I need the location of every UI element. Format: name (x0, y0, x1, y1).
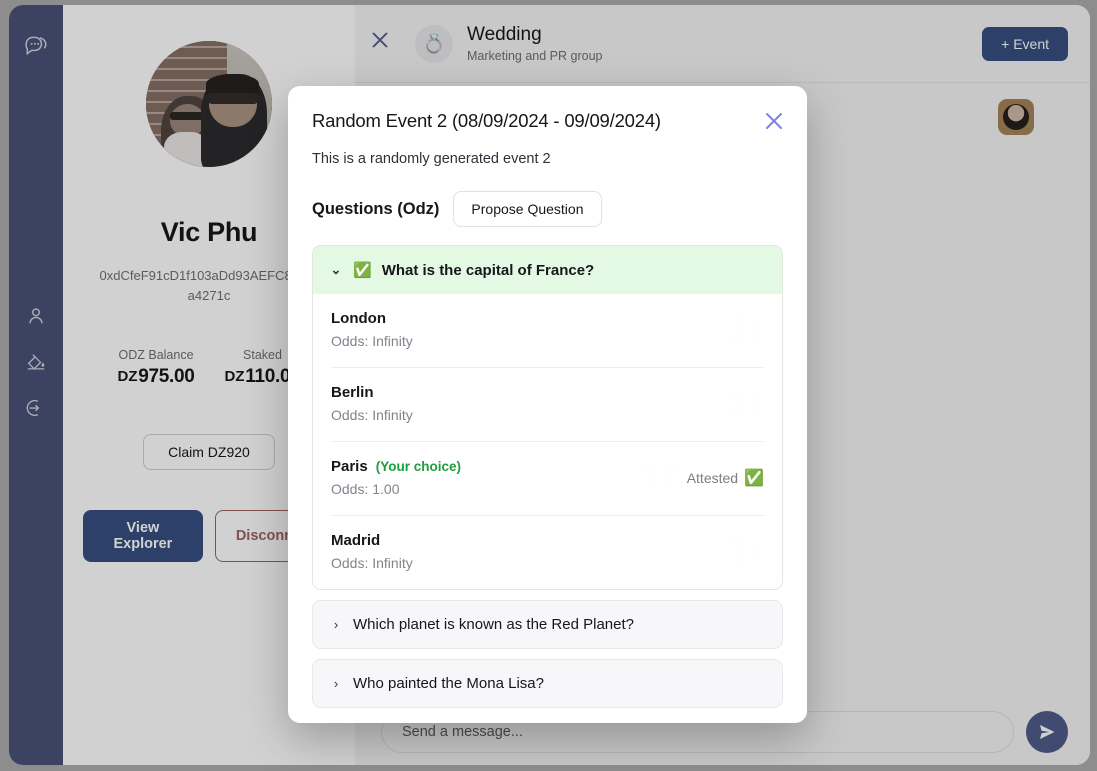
logout-icon[interactable] (17, 389, 55, 427)
option-title: Paris (Your choice) (331, 458, 644, 475)
option-action-secondary-button[interactable]: | (665, 464, 677, 491)
option-main: Madrid Odds: Infinity (331, 532, 731, 571)
message-avatar (998, 99, 1034, 135)
chevron-down-icon: ⌄ (330, 262, 342, 277)
question-card: ⌄ ✅ What is the capital of France? London Od… (312, 245, 783, 590)
nav-bottom-group (17, 297, 55, 765)
option-action-primary-button[interactable]: | (643, 464, 656, 491)
option-odds: Odds: Infinity (331, 333, 413, 349)
option-row: London Odds: Infinity | | (331, 294, 764, 368)
chevron-right-icon: › (333, 676, 339, 691)
option-odds: Odds: Infinity (331, 555, 413, 571)
balance-row: ODZ Balance Ǳ975.00 Staked Ǳ110.00 (118, 348, 301, 388)
option-list: London Odds: Infinity | | Berlin Odds: Infini… (313, 294, 782, 589)
questions-label: Questions (Odz) (312, 199, 440, 218)
option-title: Berlin (331, 384, 731, 401)
option-row: Berlin Odds: Infinity | | (331, 368, 764, 442)
questions-list: ⌄ ✅ What is the capital of France? London Od… (312, 245, 783, 708)
option-action-primary-button[interactable]: | (731, 538, 743, 565)
question-header[interactable]: › Which planet is known as the Red Planet… (313, 601, 782, 648)
option-action-secondary-button[interactable]: | (752, 538, 764, 565)
option-action-primary-button[interactable]: | (731, 316, 743, 343)
chevron-right-icon: › (333, 617, 339, 632)
ring-icon: 💍 (415, 24, 453, 63)
view-explorer-button[interactable]: View Explorer (83, 510, 203, 563)
option-name: London (331, 310, 386, 327)
group-title: Wedding (467, 24, 542, 45)
your-choice-badge: (Your choice) (375, 459, 461, 474)
option-row: Paris (Your choice) Odds: 1.00 | | Attested ✅ (331, 442, 764, 516)
app-root: Vic Phu 0xdCfeF91cD1f103aDd93AEFC840fBa4… (0, 0, 1097, 771)
option-action-secondary-button[interactable]: | (752, 390, 764, 417)
modal-title: Random Event 2 (08/09/2024 - 09/09/2024) (312, 110, 661, 131)
option-actions: | | (731, 538, 764, 565)
modal-description: This is a randomly generated event 2 (312, 151, 551, 167)
question-text: Which planet is known as the Red Planet? (353, 616, 634, 633)
theme-icon[interactable] (17, 343, 55, 381)
option-title: Madrid (331, 532, 731, 549)
add-event-button[interactable]: + Event (982, 26, 1068, 61)
send-icon[interactable] (1026, 711, 1068, 753)
attested-badge: Attested ✅ (687, 468, 764, 488)
option-name: Madrid (331, 532, 381, 549)
check-mark-icon: ✅ (744, 469, 764, 487)
question-text: Who painted the Mona Lisa? (353, 675, 544, 692)
close-icon[interactable] (759, 106, 789, 136)
close-icon[interactable] (363, 23, 397, 57)
question-header[interactable]: ⌄ ✅ What is the capital of France? (313, 246, 782, 294)
event-details-modal: Random Event 2 (08/09/2024 - 09/09/2024)… (288, 86, 807, 723)
option-name: Berlin (331, 384, 374, 401)
chat-header: 💍 Wedding Marketing and PR group + Event (355, 5, 1090, 83)
option-row: Madrid Odds: Infinity | | (331, 516, 764, 589)
question-text: What is the capital of France? (381, 261, 595, 279)
currency-icon: Ǳ (224, 368, 245, 386)
questions-header: Questions (Odz) Propose Question (312, 191, 783, 227)
option-actions: | | (731, 390, 764, 417)
option-actions: | | Attested ✅ (643, 464, 764, 491)
odz-balance-label: ODZ Balance (118, 348, 194, 363)
odz-balance-value: Ǳ975.00 (117, 366, 195, 388)
attested-label: Attested (686, 469, 739, 486)
option-title: London (331, 310, 731, 327)
option-action-secondary-button[interactable]: | (752, 316, 764, 343)
chats-icon[interactable] (17, 27, 55, 65)
propose-question-button[interactable]: Propose Question (453, 191, 602, 227)
currency-icon: Ǳ (117, 368, 138, 386)
group-meta: Wedding Marketing and PR group (467, 24, 968, 63)
claim-button[interactable]: Claim Ǳ920 (143, 434, 275, 471)
option-main: London Odds: Infinity (331, 310, 731, 349)
avatar (146, 41, 272, 167)
question-card: › Who painted the Mona Lisa? (312, 659, 783, 708)
option-main: Berlin Odds: Infinity (331, 384, 731, 423)
option-action-primary-button[interactable]: | (731, 390, 743, 417)
profile-name: Vic Phu (160, 217, 258, 247)
option-odds: Odds: Infinity (331, 407, 413, 423)
option-name: Paris (331, 458, 368, 475)
odz-balance: ODZ Balance Ǳ975.00 (118, 348, 195, 388)
option-actions: | | (731, 316, 764, 343)
question-card: › Which planet is known as the Red Planet… (312, 600, 783, 649)
option-main: Paris (Your choice) Odds: 1.00 (331, 458, 644, 497)
check-mark-icon: ✅ (353, 262, 372, 279)
group-subtitle: Marketing and PR group (467, 49, 603, 63)
option-odds: Odds: 1.00 (331, 481, 400, 497)
nav-rail (9, 5, 63, 765)
profile-icon[interactable] (17, 297, 55, 335)
question-header[interactable]: › Who painted the Mona Lisa? (313, 660, 782, 707)
